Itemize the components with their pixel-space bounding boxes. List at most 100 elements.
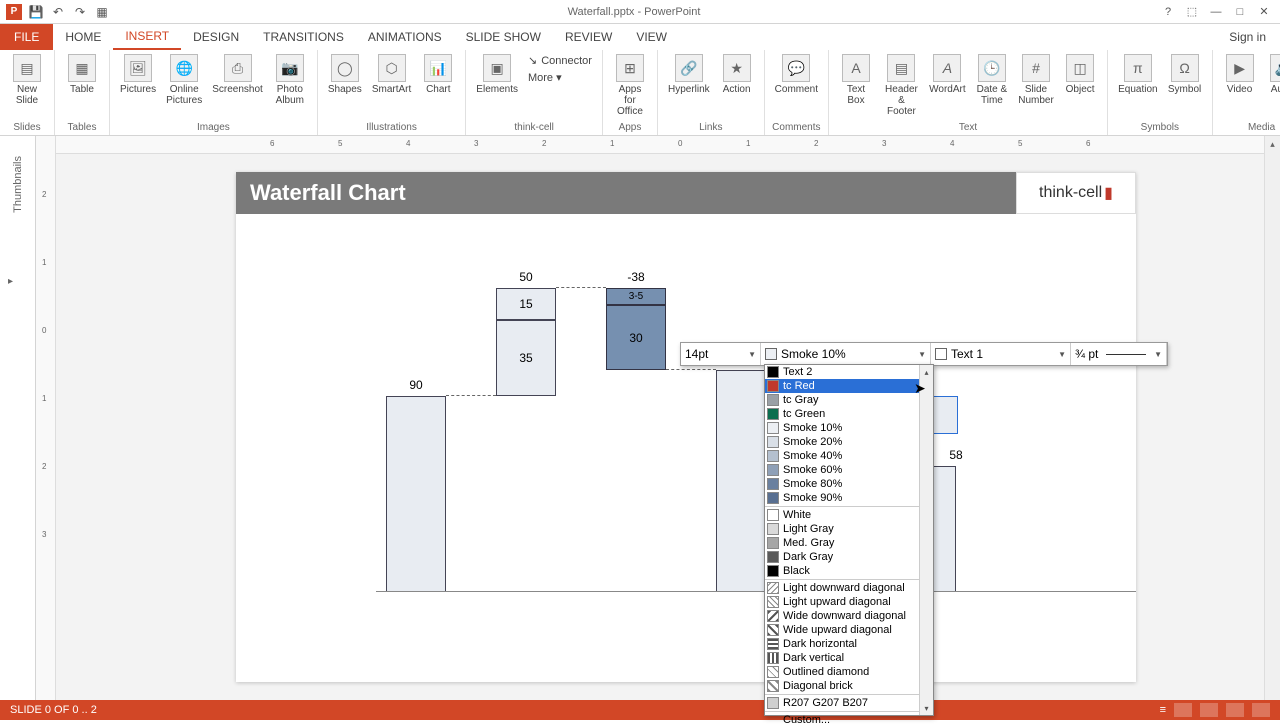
equation-button[interactable]: πEquation [1114,52,1161,97]
horizontal-ruler: 6 5 4 3 2 1 0 1 2 3 4 5 6 [56,136,1280,154]
notes-button[interactable]: ≡ [1160,704,1166,716]
pattern-option[interactable]: Wide upward diagonal [765,623,933,637]
connector-button[interactable]: ↘Connector [528,54,592,67]
dropdown-scrollbar[interactable]: ▴ ▾ [919,365,933,715]
color-option[interactable]: Light Gray [765,522,933,536]
online-pictures-button[interactable]: 🌐OnlinePictures [162,52,206,108]
expand-thumbnails-icon[interactable]: ▸ [8,276,13,287]
tab-view[interactable]: VIEW [624,24,679,50]
tab-review[interactable]: REVIEW [553,24,624,50]
color-option[interactable]: Black [765,564,933,578]
tab-transitions[interactable]: TRANSITIONS [251,24,356,50]
table-button[interactable]: ▦Table [61,52,103,97]
shapes-button[interactable]: ◯Shapes [324,52,366,97]
ribbon-options-icon[interactable]: ⬚ [1184,4,1200,20]
color-option[interactable]: Smoke 40% [765,449,933,463]
scroll-up-icon[interactable]: ▴ [920,365,933,379]
color-option[interactable]: Dark Gray [765,550,933,564]
tab-insert[interactable]: INSERT [113,24,181,50]
color-option[interactable]: Med. Gray [765,536,933,550]
vertical-scrollbar[interactable]: ▴ [1264,136,1280,700]
line-weight-dropdown[interactable]: ¾ pt▼ [1071,343,1167,365]
redo-icon[interactable]: ↷ [72,4,88,20]
color-option[interactable]: Smoke 60% [765,463,933,477]
start-slideshow-icon[interactable]: ▦ [94,4,110,20]
elements-button[interactable]: ▣Elements [472,52,522,97]
wordart-button[interactable]: AWordArt [926,52,969,97]
pattern-option[interactable]: Outlined diamond [765,665,933,679]
color-option[interactable]: Smoke 80% [765,477,933,491]
apps-button[interactable]: ⊞Apps forOffice [609,52,651,119]
slideshow-view-button[interactable] [1252,703,1270,717]
workspace: ▸ Thumbnails 2 1 0 1 2 3 6 5 4 3 2 1 0 1… [0,136,1280,700]
comment-button[interactable]: 💬Comment [771,52,822,97]
color-option[interactable]: Text 2 [765,365,933,379]
new-slide-button[interactable]: ▤NewSlide [6,52,48,108]
tab-design[interactable]: DESIGN [181,24,251,50]
photo-album-button[interactable]: 📷PhotoAlbum [269,52,311,108]
bar-segment[interactable]: 15 [496,288,556,320]
sorter-view-button[interactable] [1200,703,1218,717]
color-option[interactable]: Smoke 90% [765,491,933,505]
file-tab[interactable]: FILE [0,24,53,50]
color-option[interactable]: White [765,508,933,522]
tab-animations[interactable]: ANIMATIONS [356,24,454,50]
custom-color-option[interactable]: Custom... [765,713,933,727]
slide-number-button[interactable]: #SlideNumber [1015,52,1057,108]
close-icon[interactable]: ✕ [1256,4,1272,20]
scroll-down-icon[interactable]: ▾ [920,701,933,715]
object-button[interactable]: ◫Object [1059,52,1101,97]
help-icon[interactable]: ? [1160,4,1176,20]
undo-icon[interactable]: ↶ [50,4,66,20]
bar-segment[interactable] [386,396,446,592]
pattern-option[interactable]: Dark horizontal [765,637,933,651]
tab-home[interactable]: HOME [53,24,113,50]
reading-view-button[interactable] [1226,703,1244,717]
hyperlink-button[interactable]: 🔗Hyperlink [664,52,714,97]
waterfall-chart[interactable]: 90 50 15 35 -38 3-5 30 [376,252,1136,592]
minimize-icon[interactable]: — [1208,4,1224,20]
color-option[interactable]: Smoke 20% [765,435,933,449]
ribbon: ▤NewSlide Slides ▦Table Tables 🖼Pictures… [0,50,1280,136]
bar-segment[interactable]: 3-5 [606,288,666,305]
symbol-button[interactable]: ΩSymbol [1164,52,1206,97]
maximize-icon[interactable]: □ [1232,4,1248,20]
pattern-option[interactable]: Wide downward diagonal [765,609,933,623]
header-footer-button[interactable]: ▤Header& Footer [879,52,924,119]
chart-button[interactable]: 📊Chart [417,52,459,97]
date-time-button[interactable]: 🕒Date &Time [971,52,1013,108]
color-option[interactable]: tc Green [765,407,933,421]
pattern-option[interactable]: Diagonal brick [765,679,933,693]
color-option[interactable]: tc Red [765,379,933,393]
font-color-dropdown[interactable]: Text 1▼ [931,343,1071,365]
save-icon[interactable]: 💾 [28,4,44,20]
pattern-option[interactable]: Light upward diagonal [765,595,933,609]
normal-view-button[interactable] [1174,703,1192,717]
color-option[interactable]: R207 G207 B207 [765,696,933,710]
tab-slideshow[interactable]: SLIDE SHOW [454,24,553,50]
signin-link[interactable]: Sign in [1215,24,1280,50]
bar-segment[interactable]: 30 [606,305,666,370]
pictures-button[interactable]: 🖼Pictures [116,52,160,97]
app-icon: P [6,4,22,20]
video-button[interactable]: ▶Video [1219,52,1261,97]
color-option[interactable]: tc Gray [765,393,933,407]
color-option[interactable]: Smoke 10% [765,421,933,435]
action-button[interactable]: ★Action [716,52,758,97]
more-button[interactable]: More ▾ [528,71,592,84]
screenshot-button[interactable]: ⎙Screenshot [208,52,267,97]
thumbnails-panel[interactable]: ▸ Thumbnails [0,136,36,700]
audio-button[interactable]: 🔊Audio [1263,52,1280,97]
smartart-button[interactable]: ⬡SmartArt [368,52,415,97]
textbox-button[interactable]: ATextBox [835,52,877,108]
slide-canvas[interactable]: Waterfall Chart think-cell▮ 90 50 15 35 [236,172,1136,682]
pattern-option[interactable]: Light downward diagonal [765,581,933,595]
title-bar: P 💾 ↶ ↷ ▦ Waterfall.pptx - PowerPoint ? … [0,0,1280,24]
status-bar: SLIDE 0 OF 0 .. 2 ≡ [0,700,1280,720]
font-size-dropdown[interactable]: 14pt▼ [681,343,761,365]
fill-dropdown[interactable]: Smoke 10%▼ [761,343,931,365]
bar-segment[interactable]: 35 [496,320,556,396]
scroll-up-icon[interactable]: ▴ [1265,136,1280,152]
pattern-option[interactable]: Dark vertical [765,651,933,665]
fill-color-menu: Text 2 tc Red tc Gray tc Green Smoke 10%… [764,364,934,716]
